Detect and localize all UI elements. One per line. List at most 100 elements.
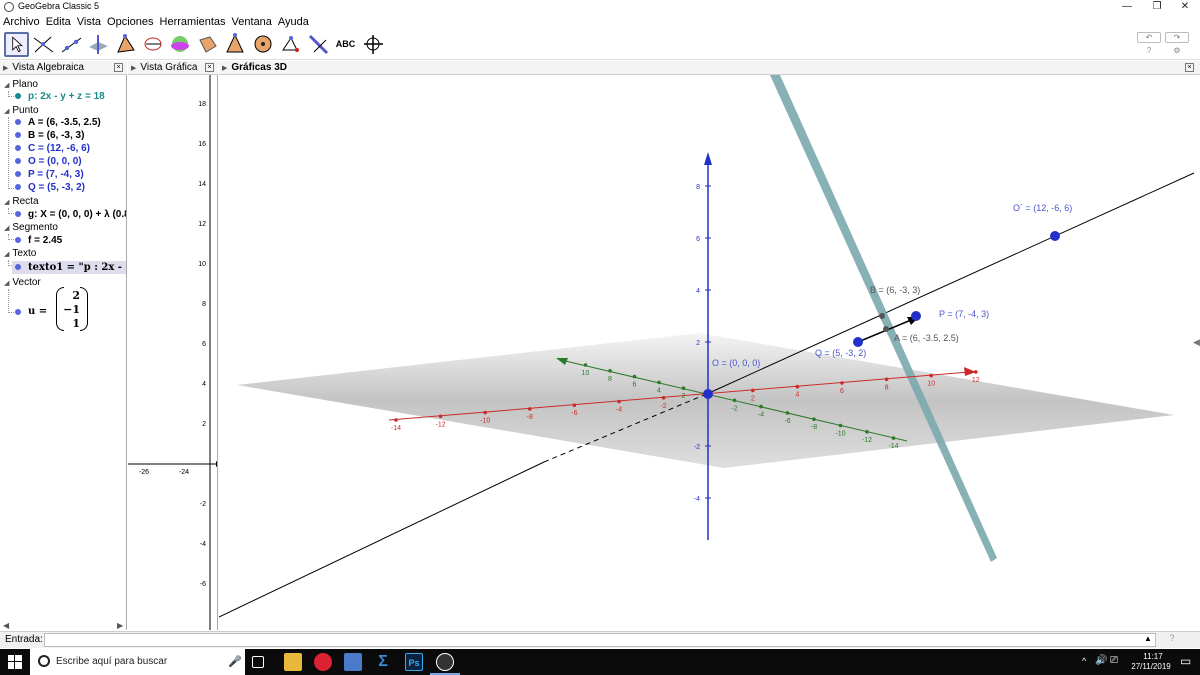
group-segmento[interactable]: ◢ Segmento [4,222,58,233]
collapse-triangle-icon[interactable]: ▶ [222,62,227,76]
point-b[interactable] [879,313,885,319]
chrome-icon[interactable] [314,653,332,671]
visibility-toggle[interactable] [15,237,21,243]
algebra-item-point-q[interactable]: Q = (5, -3, 2) [28,182,85,193]
close-button[interactable]: ✕ [1170,0,1200,14]
visibility-toggle[interactable] [15,119,21,125]
close-panel-button[interactable]: × [114,63,123,72]
scroll-right-arrow[interactable]: ▶ [117,621,123,630]
visibility-toggle[interactable] [15,171,21,177]
file-explorer-icon[interactable] [284,653,302,671]
point-q[interactable] [853,337,863,347]
help-icon[interactable]: ? [1144,46,1154,56]
close-panel-button[interactable]: × [1185,63,1194,72]
circle-tool-button[interactable] [141,32,166,57]
visibility-toggle[interactable] [15,309,21,315]
input-history-arrow-icon[interactable]: ▲ [1144,634,1152,643]
volume-icon[interactable]: 🔊 [1095,655,1107,666]
menu-vista[interactable]: Vista [77,14,101,30]
clock-date[interactable]: 27/11/2019 [1125,662,1177,671]
tree-branch [8,91,14,97]
graphics-view-3d[interactable]: -14 -12 -10 -8 -6 -4 -2 2 4 6 8 10 12 10 8 6 4 2 -2 -4 -6 -8 -… [219,75,1200,630]
collapse-triangle-icon[interactable]: ▶ [3,62,8,76]
visibility-toggle[interactable] [15,264,21,270]
group-plano[interactable]: ◢ Plano [4,79,38,90]
visibility-toggle[interactable] [15,132,21,138]
sphere-tool-button[interactable] [168,32,193,57]
group-recta[interactable]: ◢ Recta [4,196,39,207]
redo-button[interactable]: ↷ [1165,32,1189,43]
algebra-item-point-b[interactable]: B = (6, -3, 3) [28,130,84,141]
group-punto[interactable]: ◢ Punto [4,105,39,116]
clock-time[interactable]: 11:17 [1133,652,1173,661]
perpendicular-line-tool-button[interactable] [31,32,56,57]
visibility-toggle[interactable] [15,158,21,164]
menu-edita[interactable]: Edita [46,14,71,30]
side-collapse-arrow-icon[interactable]: ◀ [1193,337,1200,348]
perpendicular-plane-tool-button[interactable] [306,32,331,57]
geogebra-taskbar-icon[interactable] [436,653,454,671]
scroll-left-arrow[interactable]: ◀ [3,621,9,630]
point-a[interactable] [883,326,889,332]
y-tick-label: -2 [200,501,206,508]
point-p[interactable] [911,311,921,321]
net-tool-button[interactable] [196,32,221,57]
expand-triangle-icon: ◢ [4,225,10,232]
undo-button[interactable]: ↶ [1137,32,1161,43]
menu-archivo[interactable]: Archivo [3,14,40,30]
windows-start-icon[interactable] [8,655,22,669]
input-help-button[interactable]: ? [1165,633,1179,647]
collapse-triangle-icon[interactable]: ▶ [131,62,136,76]
menu-opciones[interactable]: Opciones [107,14,153,30]
group-vector[interactable]: ◢ Vector [4,277,41,288]
visibility-toggle[interactable] [15,211,21,217]
close-panel-button[interactable]: × [205,63,214,72]
app-icon[interactable] [344,653,362,671]
line-g-back[interactable] [708,172,1195,394]
input-field[interactable] [44,633,1156,647]
minimize-button[interactable]: — [1112,0,1142,14]
circle-center-tool-button[interactable] [251,32,276,57]
algebra-view[interactable]: ◢ Plano p: 2x - y + z = 18 ◢ Punto A = (6,… [0,75,127,630]
menu-ventana[interactable]: Ventana [232,14,272,30]
visibility-toggle[interactable] [15,93,21,99]
tray-chevron-icon[interactable]: ^ [1082,656,1086,666]
y-tick-label: 2 [682,393,686,400]
notifications-icon[interactable]: ▭ [1180,654,1191,668]
graphics-view-2d[interactable]: 18 16 14 12 10 8 6 4 2 -2 -4 -6 -26 -24 [128,75,218,630]
point-c[interactable] [1050,231,1060,241]
pyramid-tool-button[interactable] [223,32,248,57]
point-o[interactable] [703,389,713,399]
algebra-item-point-p[interactable]: P = (7, -4, 3) [28,169,84,180]
line-g-front[interactable] [219,461,545,618]
algebra-item-text1[interactable]: texto1 = "p : 2x - [28,262,122,273]
menu-herramientas[interactable]: Herramientas [160,14,226,30]
task-view-icon[interactable] [252,656,264,668]
restore-button[interactable]: ❐ [1142,0,1172,14]
line-tool-button[interactable] [59,32,84,57]
visibility-toggle[interactable] [15,184,21,190]
move-tool-button[interactable] [4,32,29,57]
algebra-item-point-o[interactable]: O = (0, 0, 0) [28,156,82,167]
algebra-item-segment-f[interactable]: f = 2.45 [28,235,62,246]
reflect-tool-button[interactable] [278,32,303,57]
algebra-item-point-a[interactable]: A = (6, -3.5, 2.5) [28,117,101,128]
rotate-view-icon [364,35,383,54]
menu-ayuda[interactable]: Ayuda [278,14,309,30]
photoshop-icon[interactable]: Ps [405,653,423,671]
algebra-item-plane[interactable]: p: 2x - y + z = 18 [28,91,105,102]
polygon-tool-button[interactable] [113,32,138,57]
sigma-app-icon[interactable]: Σ [374,653,392,671]
group-texto[interactable]: ◢ Texto [4,248,36,259]
taskbar-search-box[interactable]: Escribe aquí para buscar 🎤 [30,649,245,675]
algebra-item-vector-u[interactable]: u = [28,306,47,317]
rotate-view-tool-button[interactable] [361,32,386,57]
settings-icon[interactable]: ⚙ [1172,46,1182,56]
algebra-item-point-c[interactable]: C = (12, -6, 6) [28,143,90,154]
network-icon[interactable]: ⎚ [1110,655,1118,666]
text-tool-button[interactable]: ABC [333,32,358,57]
microphone-icon[interactable]: 🎤 [228,655,242,668]
visibility-toggle[interactable] [15,145,21,151]
algebra-item-line-g[interactable]: g: X = (0, 0, 0) + λ (0.8 [28,209,126,220]
intersection-tool-button[interactable] [86,32,111,57]
